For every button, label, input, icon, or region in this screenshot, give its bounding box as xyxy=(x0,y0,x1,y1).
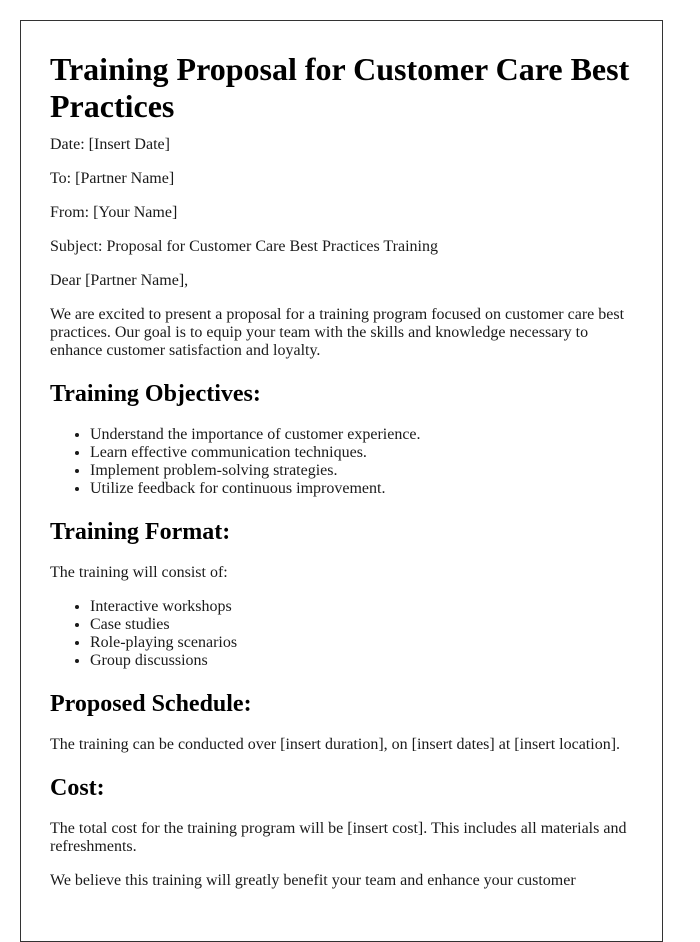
to-line: To: [Partner Name] xyxy=(50,170,634,188)
proposal-letter: Training Proposal for Customer Care Best… xyxy=(20,20,663,942)
objective-item: Implement problem-solving strategies. xyxy=(90,462,634,480)
subject-line: Subject: Proposal for Customer Care Best… xyxy=(50,238,634,256)
objectives-list: Understand the importance of customer ex… xyxy=(50,426,634,498)
format-item: Group discussions xyxy=(90,652,634,670)
salutation: Dear [Partner Name], xyxy=(50,272,189,289)
objective-item: Learn effective communication techniques… xyxy=(90,444,634,462)
from-label: From: xyxy=(50,204,90,221)
format-heading: Training Format: xyxy=(50,519,231,545)
to-value: [Partner Name] xyxy=(75,170,175,187)
schedule-heading: Proposed Schedule: xyxy=(50,691,252,717)
subject-value: Proposal for Customer Care Best Practice… xyxy=(106,238,438,255)
date-value: [Insert Date] xyxy=(88,136,170,153)
to-label: To: xyxy=(50,170,72,187)
format-list: Interactive workshops Case studies Role-… xyxy=(50,598,634,670)
from-line: From: [Your Name] xyxy=(50,204,634,222)
date-line: Date: [Insert Date] xyxy=(50,136,634,154)
cost-heading: Cost: xyxy=(50,775,105,801)
schedule-text: The training can be conducted over [inse… xyxy=(50,736,621,753)
objective-item: Utilize feedback for continuous improvem… xyxy=(90,480,634,498)
objective-item: Understand the importance of customer ex… xyxy=(90,426,634,444)
date-label: Date: xyxy=(50,136,85,153)
format-item: Case studies xyxy=(90,616,634,634)
from-value: [Your Name] xyxy=(93,204,178,221)
cost-text: The total cost for the training program … xyxy=(50,820,627,855)
subject-label: Subject: xyxy=(50,238,103,255)
closing-paragraph: We believe this training will greatly be… xyxy=(50,872,576,889)
format-item: Interactive workshops xyxy=(90,598,634,616)
objectives-heading: Training Objectives: xyxy=(50,381,261,407)
document-title: Training Proposal for Customer Care Best… xyxy=(50,51,630,124)
format-item: Role-playing scenarios xyxy=(90,634,634,652)
intro-paragraph: We are excited to present a proposal for… xyxy=(50,306,625,359)
format-intro: The training will consist of: xyxy=(50,564,228,581)
